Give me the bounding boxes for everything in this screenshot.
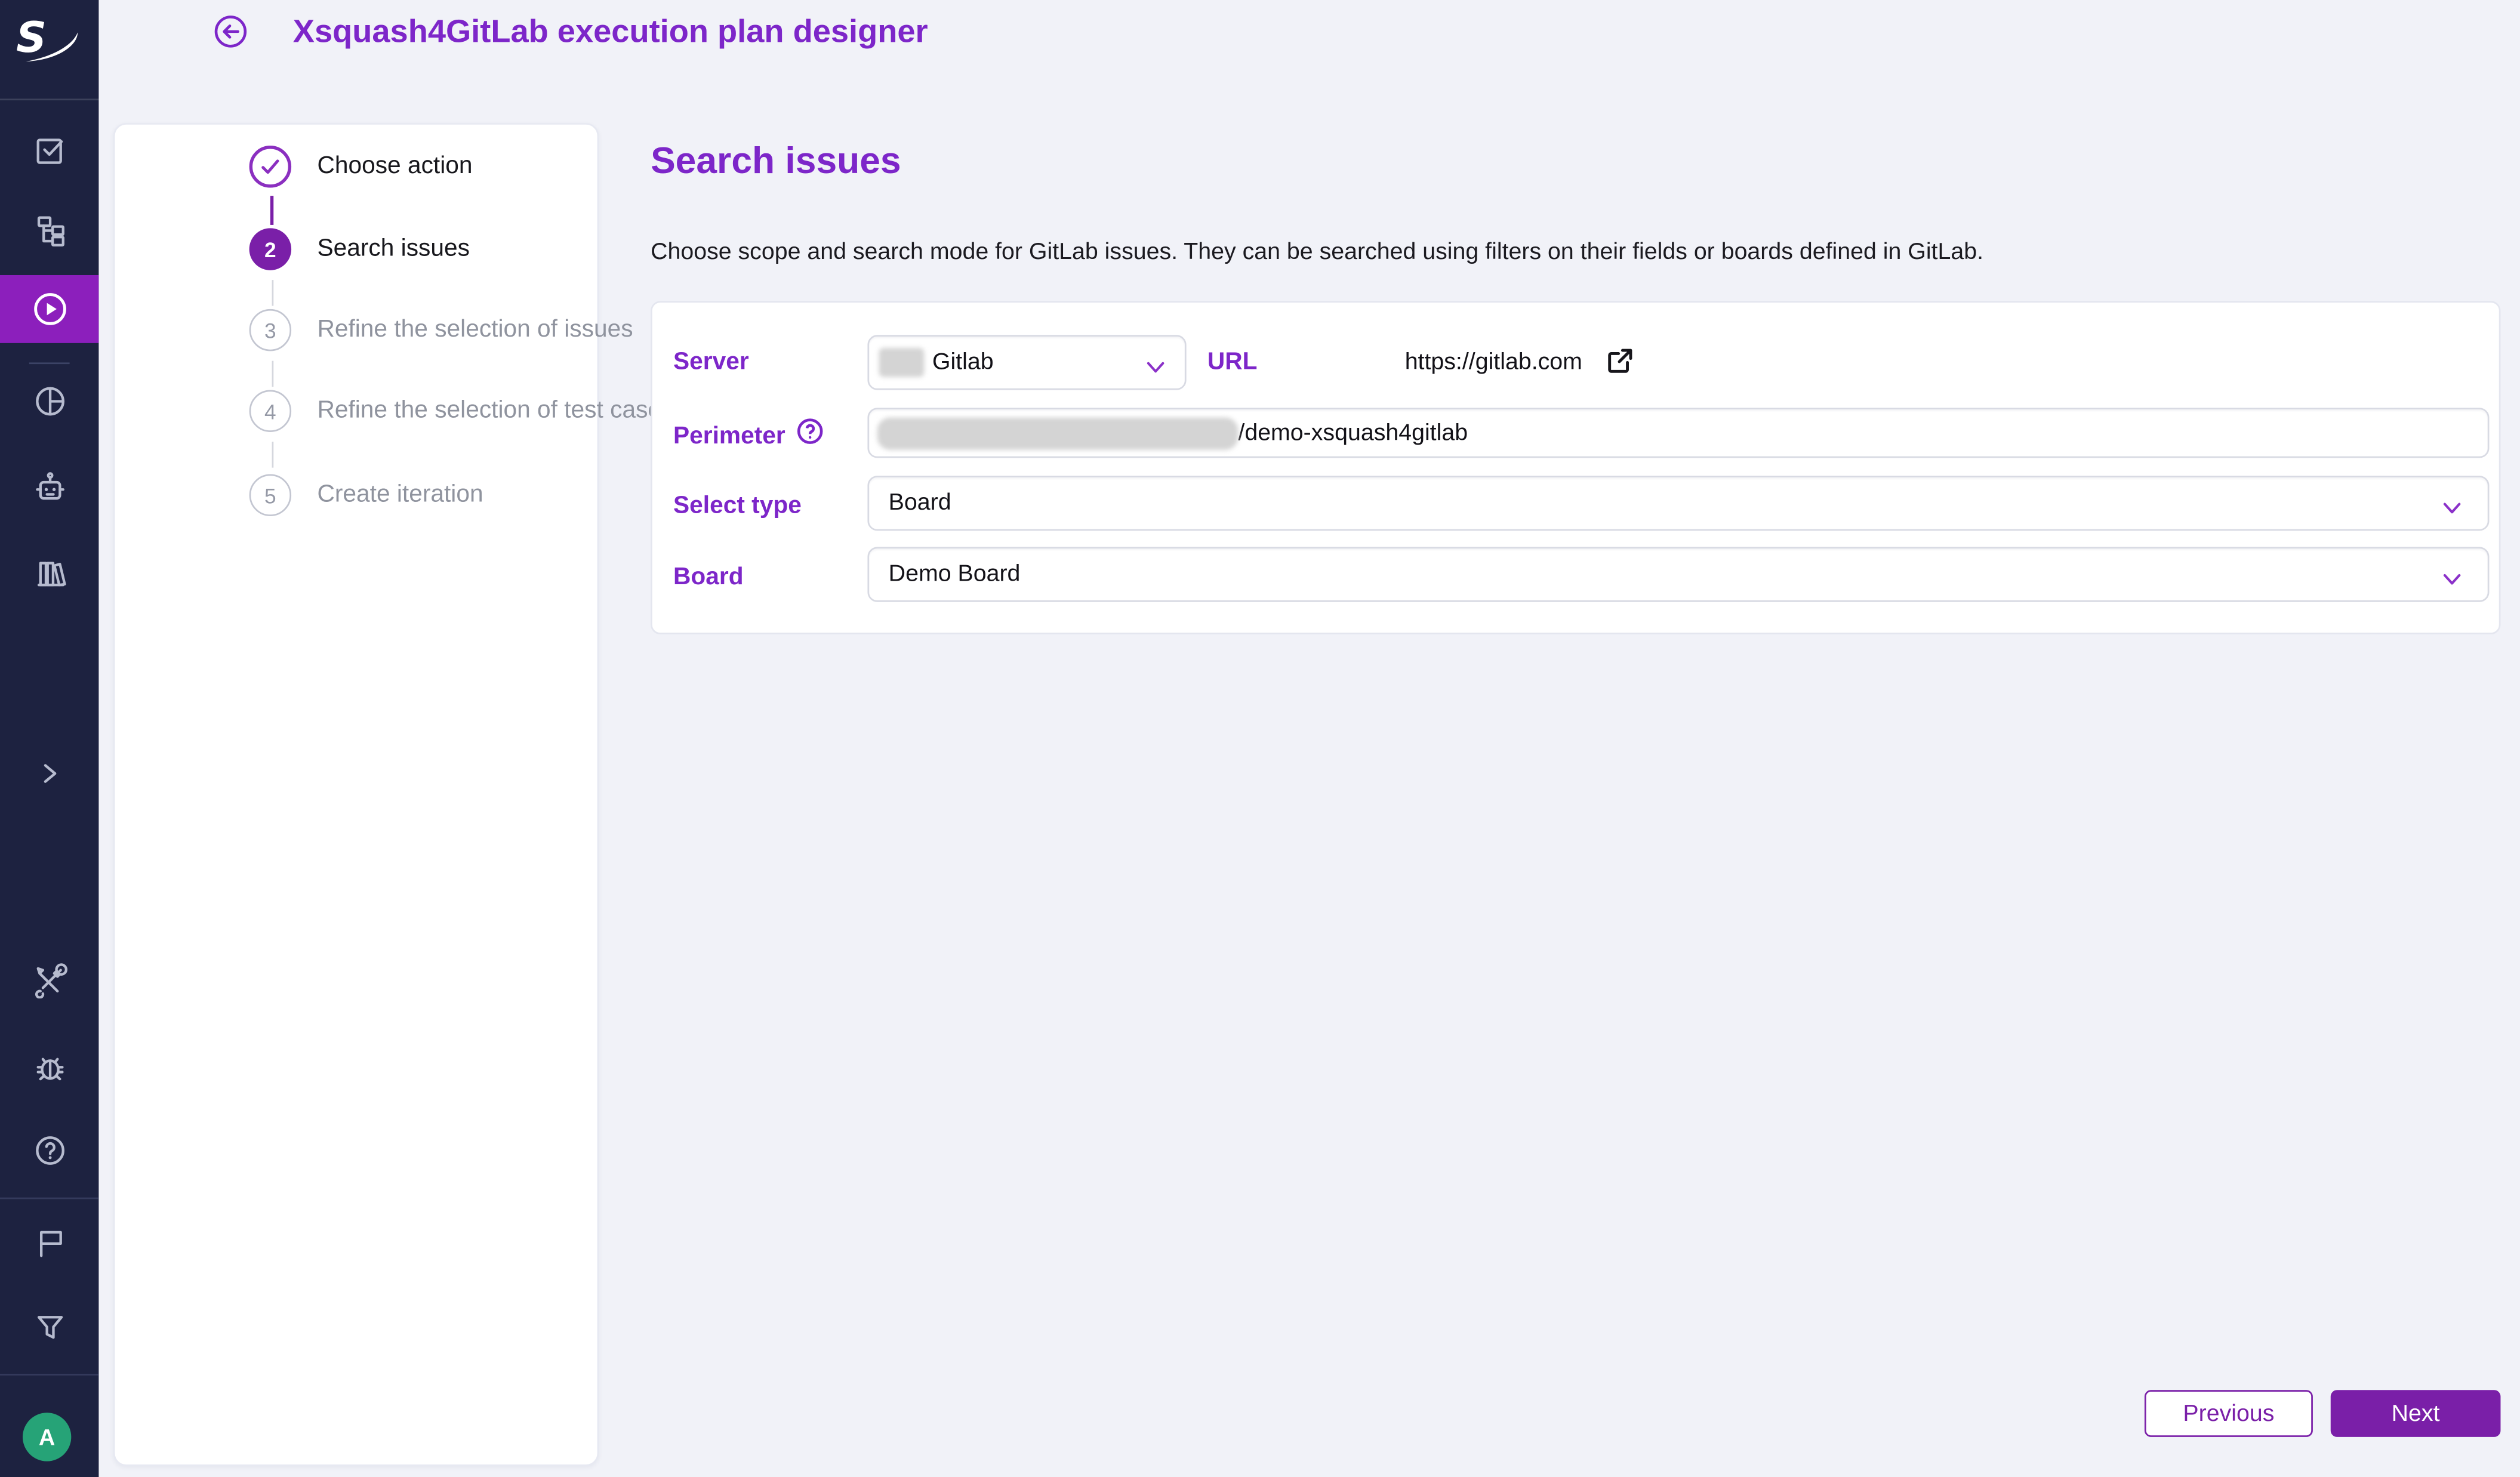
step-connector: [272, 361, 274, 387]
next-button[interactable]: Next: [2331, 1390, 2501, 1437]
tasks-checkbox-icon[interactable]: [0, 123, 98, 178]
board-select[interactable]: Demo Board: [867, 547, 2489, 602]
check-icon: [259, 155, 282, 178]
bug-icon[interactable]: [0, 1041, 98, 1096]
redacted-text: [879, 348, 924, 377]
step-create-iteration[interactable]: 5 Create iteration: [115, 474, 600, 517]
board-label: Board: [673, 563, 744, 591]
avatar-letter: A: [39, 1424, 55, 1450]
step-todo-circle: 4: [249, 390, 292, 433]
filter-funnel-icon[interactable]: [0, 1299, 98, 1354]
app-window: S: [0, 0, 2520, 1477]
question-circle-icon[interactable]: [796, 418, 824, 454]
previous-button[interactable]: Previous: [2145, 1390, 2313, 1437]
step-refine-issues[interactable]: 3 Refine the selection of issues: [115, 309, 600, 351]
expand-chevron-icon[interactable]: [0, 746, 98, 801]
external-link-icon[interactable]: [1607, 348, 1633, 382]
sidebar-divider: [29, 362, 70, 364]
step-done-circle: [249, 146, 292, 188]
header: Xsquash4GitLab execution plan designer: [98, 0, 2520, 64]
squash-logo-icon: S: [13, 10, 88, 68]
sidebar-divider: [0, 1374, 98, 1376]
board-select-value: Demo Board: [889, 562, 1021, 587]
automation-robot-icon[interactable]: [0, 460, 98, 514]
execution-play-icon: [30, 289, 69, 328]
stepper-panel: Choose action 2 Search issues 3 Refine t…: [113, 123, 599, 1466]
library-icon[interactable]: [0, 545, 98, 600]
server-label: Server: [673, 348, 749, 375]
step-connector: [272, 280, 274, 306]
help-icon[interactable]: [0, 1123, 98, 1178]
server-select-value: Gitlab: [932, 350, 994, 375]
step-connector: [270, 196, 273, 225]
step-todo-circle: 3: [249, 309, 292, 351]
select-type-value: Board: [889, 491, 951, 516]
sidebar-divider: [0, 1198, 98, 1200]
user-avatar[interactable]: A: [23, 1413, 71, 1461]
section-heading: Search issues: [651, 139, 901, 183]
sidebar: S: [0, 0, 98, 1477]
perimeter-input[interactable]: /demo-xsquash4gitlab: [867, 408, 2489, 458]
step-choose-action[interactable]: Choose action: [115, 146, 600, 188]
step-todo-circle: 5: [249, 474, 292, 517]
url-value: https://gitlab.com: [1405, 350, 1582, 375]
step-label: Create iteration: [317, 474, 483, 517]
select-type-label: Select type: [673, 492, 802, 519]
section-description: Choose scope and search mode for GitLab …: [651, 239, 1983, 265]
logo-block[interactable]: S: [0, 0, 98, 100]
tools-icon[interactable]: [0, 953, 98, 1008]
search-scope-form: Server Gitlab URL https://gitlab.com Per…: [651, 301, 2500, 634]
back-button[interactable]: [214, 14, 248, 48]
chevron-down-icon: [1146, 354, 1166, 384]
step-label: Search issues: [317, 228, 469, 270]
server-select[interactable]: Gitlab: [867, 335, 1186, 390]
perimeter-value-suffix: /demo-xsquash4gitlab: [1238, 420, 1468, 446]
sidebar-item-execution-active[interactable]: [0, 275, 98, 343]
flag-icon[interactable]: [0, 1215, 98, 1270]
url-label: URL: [1207, 348, 1258, 375]
chevron-down-icon: [2442, 566, 2462, 596]
step-label: Refine the selection of issues: [317, 309, 633, 351]
step-connector: [272, 442, 274, 467]
perimeter-label: Perimeter: [673, 423, 785, 450]
step-search-issues[interactable]: 2 Search issues: [115, 228, 600, 270]
redacted-text: [877, 417, 1239, 449]
test-case-tree-icon[interactable]: [0, 202, 98, 257]
svg-text:S: S: [16, 13, 47, 62]
page-title: Xsquash4GitLab execution plan designer: [293, 0, 928, 64]
step-label: Choose action: [317, 146, 472, 188]
step-refine-test-cases[interactable]: 4 Refine the selection of test cases: [115, 390, 600, 433]
pie-chart-icon[interactable]: [0, 374, 98, 428]
arrow-left-circle-icon: [214, 14, 248, 48]
select-type-select[interactable]: Board: [867, 476, 2489, 531]
chevron-down-icon: [2442, 495, 2462, 525]
step-active-circle: 2: [249, 228, 292, 270]
step-label: Refine the selection of test cases: [317, 390, 673, 433]
